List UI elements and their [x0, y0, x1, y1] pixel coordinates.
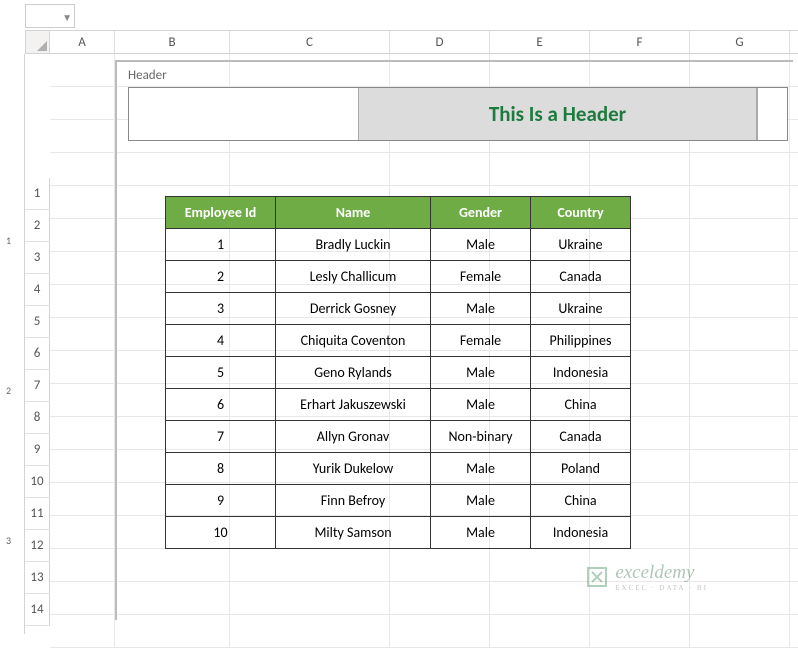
table-cell[interactable]: Male	[431, 389, 531, 421]
table-cell[interactable]: Male	[431, 517, 531, 549]
row-header-10[interactable]: 10	[25, 466, 50, 498]
header-center[interactable]: This Is a Header	[359, 88, 757, 140]
table-row[interactable]: 3Derrick GosneyMaleUkraine	[166, 293, 631, 325]
header-left[interactable]	[129, 88, 359, 140]
column-header-A[interactable]: A	[50, 31, 115, 53]
table-cell[interactable]: 7	[166, 421, 276, 453]
table-cell[interactable]: 8	[166, 453, 276, 485]
employee-table: Employee IdNameGenderCountry1Bradly Luck…	[165, 196, 631, 549]
table-header[interactable]: Name	[276, 197, 431, 229]
table-cell[interactable]: Allyn Gronav	[276, 421, 431, 453]
column-headers: ABCDEFG	[50, 30, 798, 54]
row-header-6[interactable]: 6	[25, 338, 50, 370]
watermark-tagline: EXCEL · DATA · BI	[615, 584, 708, 592]
watermark: exceldemy EXCEL · DATA · BI	[585, 562, 708, 592]
table-row[interactable]: 10Milty SamsonMaleIndonesia	[166, 517, 631, 549]
table-cell[interactable]: Yurik Dukelow	[276, 453, 431, 485]
table-row[interactable]: 8Yurik DukelowMalePoland	[166, 453, 631, 485]
table-cell[interactable]: Male	[431, 293, 531, 325]
column-header-D[interactable]: D	[390, 31, 490, 53]
header-right[interactable]	[757, 88, 787, 140]
table-cell[interactable]: Poland	[531, 453, 631, 485]
table-cell[interactable]: Canada	[531, 421, 631, 453]
row-header-5[interactable]: 5	[25, 306, 50, 338]
table-cell[interactable]: 3	[166, 293, 276, 325]
row-header-8[interactable]: 8	[25, 402, 50, 434]
logo-icon	[585, 565, 609, 589]
table-cell[interactable]: China	[531, 389, 631, 421]
row-header-13[interactable]: 13	[25, 562, 50, 594]
table-row[interactable]: 6Erhart JakuszewskiMaleChina	[166, 389, 631, 421]
table-cell[interactable]: 4	[166, 325, 276, 357]
table-cell[interactable]: Non-binary	[431, 421, 531, 453]
ruler-mark: 1	[6, 234, 11, 247]
row-header-9[interactable]: 9	[25, 434, 50, 466]
table-cell[interactable]: Philippines	[531, 325, 631, 357]
vertical-ruler: 1 2 3	[0, 54, 25, 634]
table-cell[interactable]: 5	[166, 357, 276, 389]
row-header-14[interactable]: 14	[25, 594, 50, 626]
row-header-3[interactable]: 3	[25, 242, 50, 274]
row-header-7[interactable]: 7	[25, 370, 50, 402]
table-header[interactable]: Gender	[431, 197, 531, 229]
table-row[interactable]: 7Allyn GronavNon-binaryCanada	[166, 421, 631, 453]
table-cell[interactable]: Male	[431, 485, 531, 517]
row-headers: 1234567891011121314	[25, 178, 50, 626]
watermark-name: exceldemy	[615, 562, 708, 584]
table-cell[interactable]: Male	[431, 229, 531, 261]
table-cell[interactable]: Indonesia	[531, 517, 631, 549]
table-cell[interactable]: Finn Befroy	[276, 485, 431, 517]
table-cell[interactable]: Ukraine	[531, 229, 631, 261]
table-header[interactable]: Employee Id	[166, 197, 276, 229]
table-cell[interactable]: Female	[431, 325, 531, 357]
table-cell[interactable]: Indonesia	[531, 357, 631, 389]
row-header-11[interactable]: 11	[25, 498, 50, 530]
header-text: This Is a Header	[489, 101, 626, 127]
header-section-label: Header	[128, 68, 788, 83]
table-cell[interactable]: 2	[166, 261, 276, 293]
name-box[interactable]: ▼	[25, 4, 75, 28]
table-cell[interactable]: Male	[431, 453, 531, 485]
table-cell[interactable]: China	[531, 485, 631, 517]
table-row[interactable]: 9Finn BefroyMaleChina	[166, 485, 631, 517]
table-cell[interactable]: 1	[166, 229, 276, 261]
chevron-down-icon: ▼	[62, 11, 72, 24]
table-cell[interactable]: Geno Rylands	[276, 357, 431, 389]
column-header-F[interactable]: F	[590, 31, 690, 53]
table-cell[interactable]: Derrick Gosney	[276, 293, 431, 325]
table-cell[interactable]: Male	[431, 357, 531, 389]
table-cell[interactable]: 6	[166, 389, 276, 421]
table-cell[interactable]: 9	[166, 485, 276, 517]
table-row[interactable]: 5Geno RylandsMaleIndonesia	[166, 357, 631, 389]
select-all-triangle-icon	[37, 41, 47, 51]
column-header-B[interactable]: B	[115, 31, 230, 53]
table-cell[interactable]: 10	[166, 517, 276, 549]
table-cell[interactable]: Chiquita Coventon	[276, 325, 431, 357]
column-header-C[interactable]: C	[230, 31, 390, 53]
table-cell[interactable]: Lesly Challicum	[276, 261, 431, 293]
table-row[interactable]: 4Chiquita CoventonFemalePhilippines	[166, 325, 631, 357]
column-header-G[interactable]: G	[690, 31, 790, 53]
table-cell[interactable]: Canada	[531, 261, 631, 293]
page-header-section: Header This Is a Header	[128, 68, 788, 141]
select-all-corner[interactable]	[25, 30, 50, 54]
ruler-mark: 2	[6, 384, 11, 397]
table-row[interactable]: 2Lesly ChallicumFemaleCanada	[166, 261, 631, 293]
table-cell[interactable]: Ukraine	[531, 293, 631, 325]
row-header-12[interactable]: 12	[25, 530, 50, 562]
table-cell[interactable]: Erhart Jakuszewski	[276, 389, 431, 421]
table-header[interactable]: Country	[531, 197, 631, 229]
column-header-E[interactable]: E	[490, 31, 590, 53]
row-header-4[interactable]: 4	[25, 274, 50, 306]
table-cell[interactable]: Milty Samson	[276, 517, 431, 549]
header-boxes: This Is a Header	[128, 87, 788, 141]
ruler-mark: 3	[6, 534, 11, 547]
table-cell[interactable]: Bradly Luckin	[276, 229, 431, 261]
row-header-1[interactable]: 1	[25, 178, 50, 210]
table-row[interactable]: 1Bradly LuckinMaleUkraine	[166, 229, 631, 261]
table-cell[interactable]: Female	[431, 261, 531, 293]
row-header-2[interactable]: 2	[25, 210, 50, 242]
